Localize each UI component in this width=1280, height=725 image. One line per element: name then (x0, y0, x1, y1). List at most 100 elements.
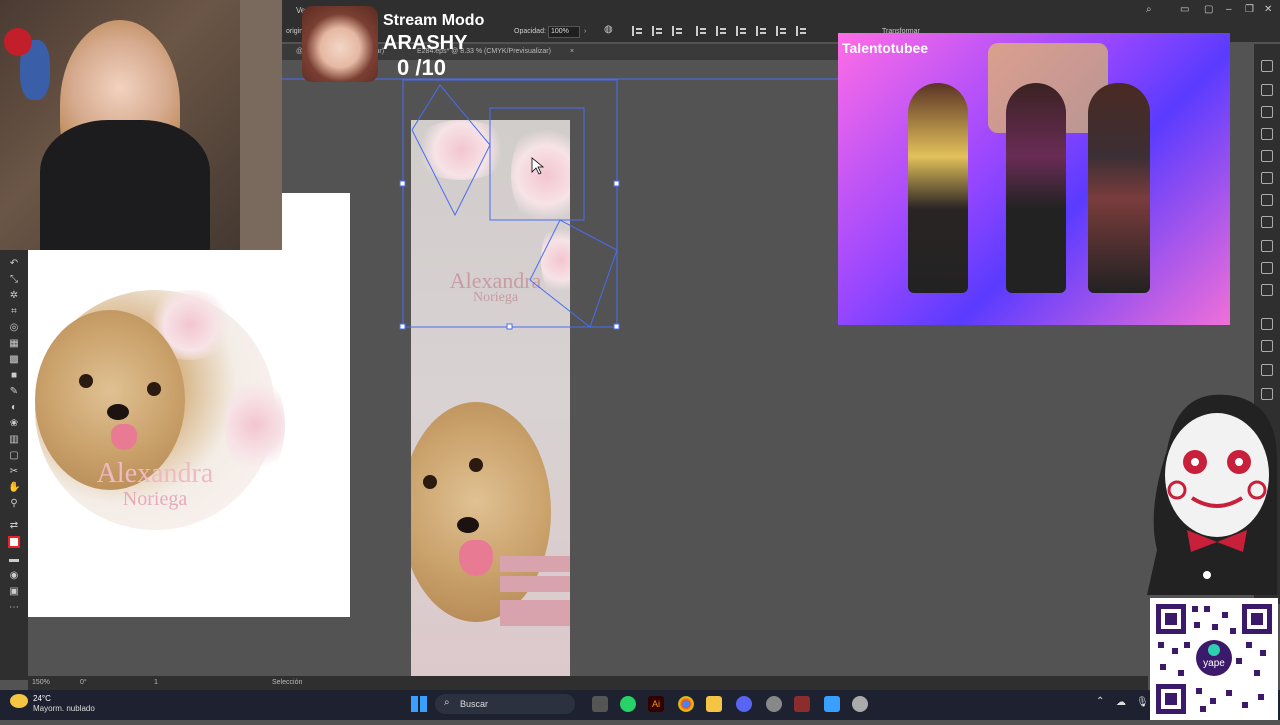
minimize-icon[interactable]: – (1226, 4, 1232, 15)
opacity-input[interactable]: 100% (548, 26, 580, 38)
fill-stroke-swatch[interactable] (8, 536, 20, 548)
paragraph-icon[interactable] (1261, 262, 1273, 274)
gradient-panel-icon[interactable] (1261, 364, 1273, 376)
hand-tool-icon[interactable]: ✋ (8, 482, 20, 494)
red-decoration (4, 28, 32, 56)
streamer-avatar (302, 6, 378, 82)
opentype-icon[interactable] (1261, 284, 1273, 296)
chrome-icon[interactable] (678, 696, 694, 712)
transform-panel-icon[interactable] (1261, 318, 1273, 330)
align-top-icon[interactable] (696, 26, 708, 36)
slice-tool-icon[interactable]: ✂ (8, 466, 20, 478)
undo-icon[interactable]: ↶ (8, 258, 20, 270)
layers-icon[interactable] (1261, 194, 1273, 206)
microphone-icon[interactable]: 🎙 (1136, 697, 1149, 708)
windows-start-icon[interactable] (411, 696, 427, 712)
swap-colors-icon[interactable]: ⇄ (8, 520, 20, 532)
contestant-3 (1088, 83, 1150, 293)
task-view-icon[interactable] (592, 696, 608, 712)
video-clip (838, 33, 1230, 325)
artboard-tool-icon[interactable]: ▢ (8, 450, 20, 462)
artwork-name: Alexandra (96, 458, 214, 489)
perspective-icon[interactable]: ▦ (8, 338, 20, 350)
swatches-icon[interactable] (1261, 106, 1273, 118)
dog-eye (423, 475, 437, 489)
discord-icon[interactable] (736, 696, 752, 712)
align-right-icon[interactable] (672, 26, 684, 36)
distribute-icon[interactable] (756, 26, 768, 36)
puppet-warp-icon[interactable]: ✲ (8, 290, 20, 302)
shape-builder-icon[interactable]: ◎ (8, 322, 20, 334)
video-channel-label: Talentotubee (842, 40, 929, 56)
rotation-angle[interactable]: 0° (80, 679, 87, 686)
zoom-tool-icon[interactable]: ⚲ (8, 498, 20, 510)
chevron-right-icon[interactable]: › (584, 28, 586, 35)
screen-mode-icon[interactable]: ▣ (8, 586, 20, 598)
gradient-tool-icon[interactable]: ■ (8, 370, 20, 382)
align-bottom-icon[interactable] (736, 26, 748, 36)
streamer-name: ARASHY (383, 32, 468, 54)
align-left-icon[interactable] (632, 26, 644, 36)
dog-nose (457, 517, 479, 533)
color-mode-icon[interactable]: ▬ (8, 554, 20, 566)
dog-eye (147, 382, 161, 396)
search-icon[interactable]: ⌕ (1146, 4, 1152, 15)
whatsapp-icon[interactable] (620, 696, 636, 712)
artboards-icon[interactable] (1261, 216, 1273, 228)
black-shirt (40, 120, 210, 250)
artboard-vertical-design[interactable] (411, 120, 570, 677)
svg-text:yape: yape (1203, 658, 1225, 669)
artwork-surname: Noriega (122, 488, 188, 510)
symbol-sprayer-icon[interactable]: ❀ (8, 418, 20, 430)
blend-tool-icon[interactable]: ◐ (8, 402, 20, 414)
search-icon: ⌕ (444, 697, 450, 708)
stripe-decoration (500, 576, 570, 592)
window-icon[interactable]: ▢ (1204, 4, 1213, 15)
panels-icon[interactable]: ▭ (1180, 4, 1189, 15)
settings-gear-icon[interactable] (852, 696, 868, 712)
distribute-v-icon[interactable] (796, 26, 808, 36)
tab-close-icon[interactable]: × (570, 48, 574, 55)
onedrive-icon[interactable]: ☁ (1116, 697, 1126, 708)
distribute-h-icon[interactable] (776, 26, 788, 36)
stripe-decoration (500, 556, 570, 572)
weather-temperature[interactable]: 24°C (33, 694, 51, 703)
restore-icon[interactable]: ❐ (1245, 4, 1254, 15)
draw-mode-icon[interactable]: ◉ (8, 570, 20, 582)
artboard-number[interactable]: 1 (154, 679, 158, 686)
contestant-2 (1006, 83, 1066, 293)
links-icon[interactable] (1261, 340, 1273, 352)
current-tool: Selección (272, 679, 303, 686)
close-icon[interactable]: ✕ (1264, 4, 1272, 15)
more-tools-icon[interactable]: ⋯ (8, 602, 20, 614)
crop-tool-icon[interactable]: ⌗ (8, 306, 20, 318)
illustrator-icon[interactable]: Ai (648, 696, 664, 712)
graphic-styles-icon[interactable] (1261, 172, 1273, 184)
app-icon[interactable] (766, 696, 782, 712)
globe-icon[interactable]: ◍ (604, 24, 613, 35)
photos-icon[interactable] (824, 696, 840, 712)
search-placeholder: Buscar (460, 699, 489, 709)
taskbar-search[interactable] (435, 694, 575, 714)
contestant-1 (908, 83, 968, 293)
chevron-up-icon[interactable]: ⌃ (1096, 696, 1104, 707)
brushes-icon[interactable] (1261, 128, 1273, 140)
symbols-icon[interactable] (1261, 150, 1273, 162)
column-graph-icon[interactable]: ▥ (8, 434, 20, 446)
properties-icon[interactable] (1261, 60, 1273, 72)
zoom-level[interactable]: 150% (32, 679, 50, 686)
folder-icon[interactable] (706, 696, 722, 712)
align-center-icon[interactable] (652, 26, 664, 36)
winrar-icon[interactable] (794, 696, 810, 712)
weather-description[interactable]: Mayorm. nublado (33, 704, 95, 713)
stripe-decoration (500, 600, 570, 626)
yape-qr-code[interactable]: yape (1150, 598, 1278, 720)
character-icon[interactable] (1261, 240, 1273, 252)
transform-tool-icon[interactable]: ⤡ (8, 274, 20, 286)
tools-panel: ↶ ⤡ ✲ ⌗ ◎ ▦ ▩ ■ ✎ ◐ ❀ ▥ ▢ ✂ ✋ ⚲ ⇄ ▬ ◉ ▣ … (0, 250, 28, 680)
mesh-tool-icon[interactable]: ▩ (8, 354, 20, 366)
libraries-icon[interactable] (1261, 84, 1273, 96)
eyedropper-icon[interactable]: ✎ (8, 386, 20, 398)
weather-icon[interactable] (10, 694, 28, 708)
align-middle-icon[interactable] (716, 26, 728, 36)
